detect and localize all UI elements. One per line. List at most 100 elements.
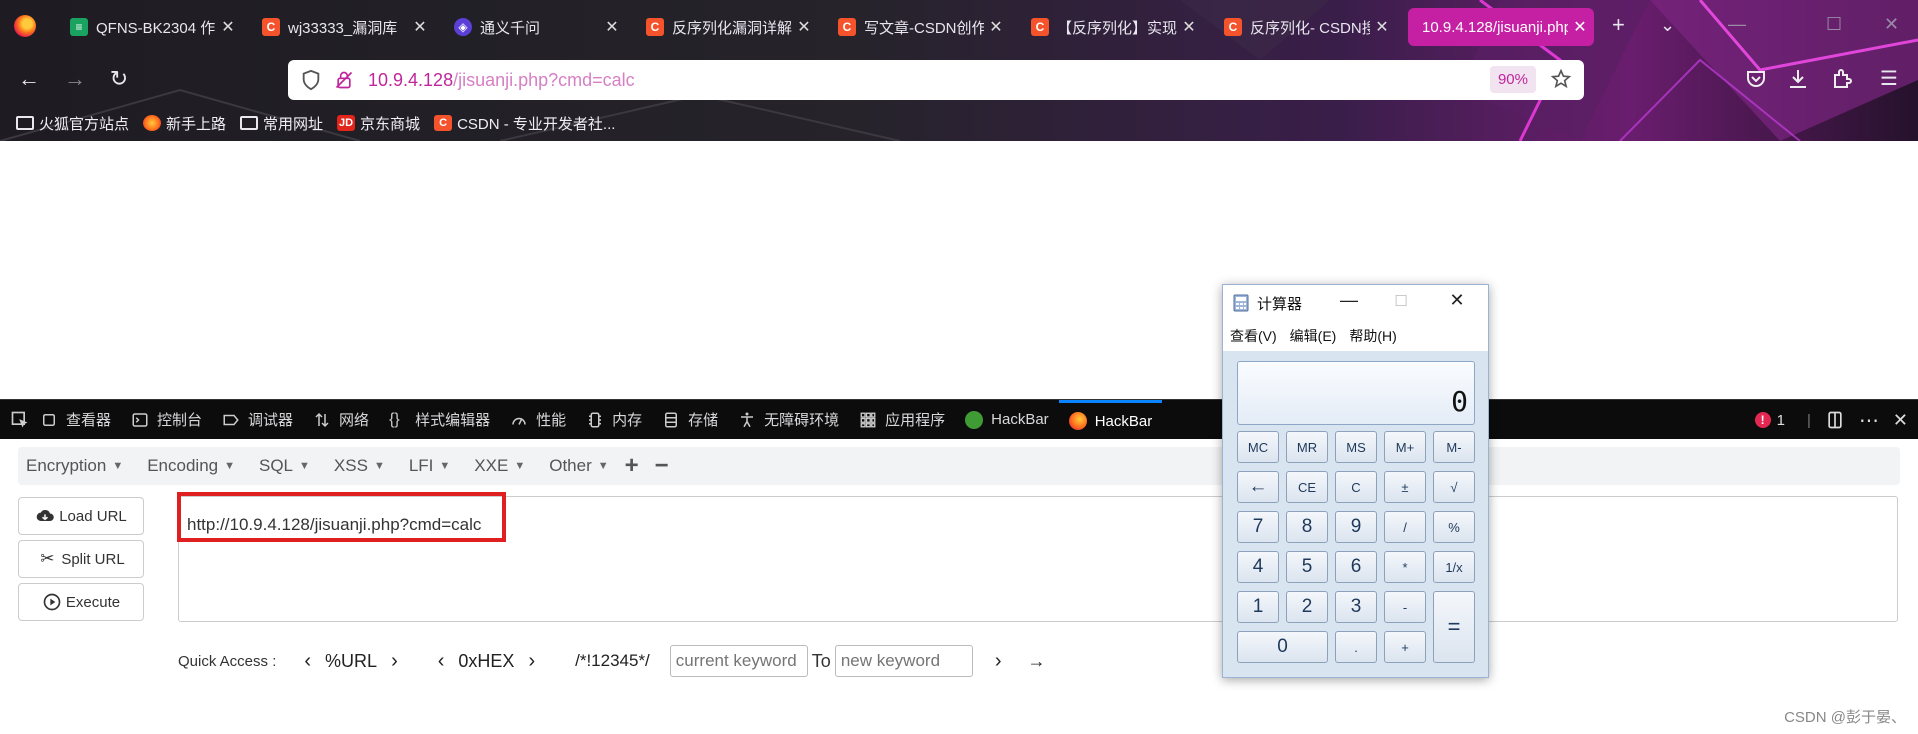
- key-subtract[interactable]: -: [1384, 591, 1426, 623]
- close-icon[interactable]: ✕: [988, 17, 1004, 37]
- maximize-icon[interactable]: ☐: [1389, 292, 1413, 310]
- tab-debugger[interactable]: 调试器: [212, 400, 303, 440]
- key-multiply[interactable]: *: [1384, 551, 1426, 583]
- download-icon[interactable]: [1786, 67, 1810, 91]
- tab-memory[interactable]: 内存: [576, 400, 652, 440]
- tab-0[interactable]: ≡ QFNS-BK2304 作业 ✕: [70, 8, 236, 46]
- tab-style-editor[interactable]: {} 样式编辑器: [379, 400, 500, 440]
- zoom-level[interactable]: 90%: [1489, 66, 1536, 93]
- menu-lfi[interactable]: LFI ▼: [409, 456, 450, 476]
- element-picker-icon[interactable]: [10, 410, 30, 430]
- close-icon[interactable]: ✕: [1374, 17, 1390, 37]
- bookmark-item[interactable]: JD 京东商城: [337, 113, 420, 134]
- key-4[interactable]: 4: [1237, 551, 1279, 583]
- new-keyword-input[interactable]: [834, 645, 973, 677]
- dock-icon[interactable]: [1825, 410, 1845, 430]
- tab-active[interactable]: 10.9.4.128/jisuanji.php ✕: [1408, 8, 1594, 46]
- minimize-icon[interactable]: —: [1337, 290, 1361, 311]
- key-equals[interactable]: =: [1433, 591, 1475, 663]
- chevron-down-icon[interactable]: ⌄: [1660, 15, 1675, 36]
- tab-application[interactable]: 应用程序: [849, 400, 955, 440]
- bookmark-star-icon[interactable]: [1550, 68, 1572, 90]
- menu-encoding[interactable]: Encoding ▼: [147, 456, 235, 476]
- menu-help[interactable]: 帮助(H): [1349, 326, 1396, 346]
- insecure-lock-icon[interactable]: [334, 69, 354, 91]
- tab-3[interactable]: C 反序列化漏洞详解 ✕: [646, 8, 812, 46]
- close-icon[interactable]: ✕: [220, 17, 236, 37]
- extensions-icon[interactable]: [1830, 67, 1854, 91]
- chevron-right-icon[interactable]: ›: [995, 650, 1002, 673]
- tab-storage[interactable]: 存储: [652, 400, 728, 440]
- menu-icon[interactable]: ☰: [1874, 66, 1904, 91]
- error-count[interactable]: 1: [1777, 412, 1785, 429]
- load-url-button[interactable]: Load URL: [18, 497, 144, 535]
- current-keyword-input[interactable]: [669, 645, 808, 677]
- close-icon[interactable]: ✕: [796, 17, 812, 37]
- new-tab-icon[interactable]: +: [1612, 12, 1625, 38]
- key-3[interactable]: 3: [1335, 591, 1377, 623]
- close-icon[interactable]: ✕: [412, 17, 428, 37]
- key-decimal[interactable]: .: [1335, 631, 1377, 663]
- chevron-left-icon[interactable]: ‹: [304, 650, 311, 673]
- key-7[interactable]: 7: [1237, 511, 1279, 543]
- error-icon[interactable]: !: [1754, 412, 1771, 428]
- close-icon[interactable]: ✕: [1181, 17, 1197, 37]
- key-2[interactable]: 2: [1286, 591, 1328, 623]
- menu-sql[interactable]: SQL ▼: [259, 456, 310, 476]
- key-8[interactable]: 8: [1286, 511, 1328, 543]
- calculator-titlebar[interactable]: 计算器 — ☐ ✕: [1223, 285, 1488, 321]
- tab-5[interactable]: C 【反序列化】实现 ✕: [1031, 8, 1197, 46]
- key-mc[interactable]: MC: [1237, 431, 1279, 463]
- key-0[interactable]: 0: [1237, 631, 1328, 663]
- menu-xxe[interactable]: XXE ▼: [474, 456, 525, 476]
- close-icon[interactable]: ✕: [604, 17, 620, 37]
- more-options-icon[interactable]: ⋯: [1859, 408, 1879, 433]
- key-m-minus[interactable]: M-: [1433, 431, 1475, 463]
- key-9[interactable]: 9: [1335, 511, 1377, 543]
- execute-button[interactable]: Execute: [18, 583, 144, 621]
- key-add[interactable]: +: [1384, 631, 1426, 663]
- key-mr[interactable]: MR: [1286, 431, 1328, 463]
- key-ce[interactable]: CE: [1286, 471, 1328, 503]
- hackbar-url-textarea[interactable]: http://10.9.4.128/jisuanji.php?cmd=calc: [177, 492, 1898, 622]
- forward-icon[interactable]: →: [60, 66, 90, 92]
- menu-edit[interactable]: 编辑(E): [1290, 326, 1337, 346]
- url-text[interactable]: 10.9.4.128/jisuanji.php?cmd=calc: [368, 70, 635, 91]
- key-backspace[interactable]: ←: [1237, 471, 1279, 503]
- url-bar[interactable]: 10.9.4.128/jisuanji.php?cmd=calc 90%: [288, 60, 1584, 100]
- minimize-icon[interactable]: —: [1728, 14, 1746, 35]
- tab-6[interactable]: C 反序列化- CSDN搜索 ✕: [1224, 8, 1390, 46]
- tab-inspector[interactable]: 查看器: [30, 400, 121, 440]
- shield-icon[interactable]: [300, 69, 322, 91]
- tab-hackbar-legacy[interactable]: HackBar: [955, 400, 1059, 440]
- reload-icon[interactable]: ↻: [104, 66, 134, 92]
- key-ms[interactable]: MS: [1335, 431, 1377, 463]
- key-percent[interactable]: %: [1433, 511, 1475, 543]
- close-icon[interactable]: ✕: [1445, 290, 1469, 311]
- tab-4[interactable]: C 写文章-CSDN创作中心 ✕: [838, 8, 1004, 46]
- menu-xss[interactable]: XSS ▼: [334, 456, 385, 476]
- key-m-plus[interactable]: M+: [1384, 431, 1426, 463]
- chevron-right-icon[interactable]: ›: [391, 650, 398, 673]
- chevron-right-icon[interactable]: ›: [528, 650, 535, 673]
- key-c[interactable]: C: [1335, 471, 1377, 503]
- split-url-button[interactable]: ✂ Split URL: [18, 540, 144, 578]
- bookmark-item[interactable]: C CSDN - 专业开发者社...: [434, 113, 615, 134]
- close-icon[interactable]: ✕: [1572, 17, 1588, 37]
- maximize-icon[interactable]: ☐: [1826, 14, 1842, 35]
- tab-console[interactable]: 控制台: [121, 400, 212, 440]
- menu-view[interactable]: 查看(V): [1230, 326, 1277, 346]
- key-divide[interactable]: /: [1384, 511, 1426, 543]
- key-6[interactable]: 6: [1335, 551, 1377, 583]
- bookmark-item[interactable]: 新手上路: [143, 113, 226, 134]
- url-encode-toggle[interactable]: %URL: [325, 651, 377, 672]
- tab-network[interactable]: 网络: [303, 400, 379, 440]
- tab-accessibility[interactable]: 无障碍环境: [728, 400, 849, 440]
- arrow-right-icon[interactable]: →: [1027, 651, 1045, 672]
- key-1[interactable]: 1: [1237, 591, 1279, 623]
- mysql-comment-insert[interactable]: /*!12345*/: [575, 651, 650, 671]
- window-close-icon[interactable]: ✕: [1884, 14, 1899, 35]
- key-sqrt[interactable]: √: [1433, 471, 1475, 503]
- key-reciprocal[interactable]: 1/x: [1433, 551, 1475, 583]
- plus-icon[interactable]: +: [625, 452, 639, 480]
